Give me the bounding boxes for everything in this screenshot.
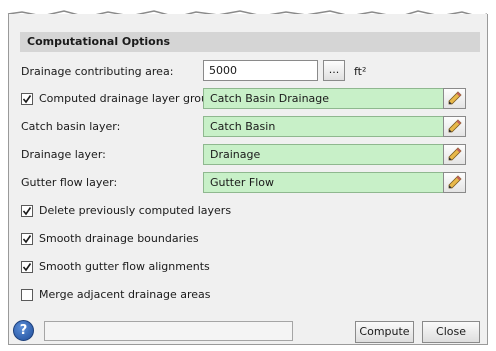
smooth-boundaries-checkbox[interactable] — [21, 233, 33, 245]
compute-button[interactable]: Compute — [355, 321, 414, 343]
smooth-boundaries-label: Smooth drainage boundaries — [39, 232, 199, 245]
checkmark-icon — [22, 235, 32, 244]
status-bar — [44, 321, 293, 341]
browse-button[interactable]: ... — [323, 60, 345, 81]
computed-group-field[interactable]: Catch Basin Drainage — [203, 88, 444, 109]
computational-options-dialog: Computational Options Drainage contribut… — [8, 14, 488, 345]
merge-areas-label: Merge adjacent drainage areas — [39, 288, 211, 301]
gutter-flow-layer-label: Gutter flow layer: — [21, 176, 118, 189]
gutter-flow-layer-field[interactable]: Gutter Flow — [203, 172, 444, 193]
smooth-gutter-checkbox[interactable] — [21, 261, 33, 273]
unit-label: ft² — [354, 65, 367, 78]
pencil-icon — [448, 91, 462, 105]
close-button[interactable]: Close — [422, 321, 480, 343]
help-button[interactable]: ? — [13, 320, 34, 341]
pencil-icon — [448, 147, 462, 161]
checkmark-icon — [22, 95, 32, 104]
computed-group-label: Computed drainage layer group: — [39, 92, 219, 105]
drainage-area-label: Drainage contributing area: — [21, 65, 174, 78]
merge-areas-checkbox[interactable] — [21, 289, 33, 301]
checkmark-icon — [22, 207, 32, 216]
help-icon: ? — [19, 323, 28, 338]
catch-basin-layer-field[interactable]: Catch Basin — [203, 116, 444, 137]
delete-layers-label: Delete previously computed layers — [39, 204, 232, 217]
pencil-icon — [448, 119, 462, 133]
edit-computed-group-button[interactable] — [443, 88, 466, 109]
edit-drainage-button[interactable] — [443, 144, 466, 165]
smooth-gutter-label: Smooth gutter flow alignments — [39, 260, 210, 273]
edit-gutter-flow-button[interactable] — [443, 172, 466, 193]
catch-basin-layer-label: Catch basin layer: — [21, 120, 121, 133]
edit-catch-basin-button[interactable] — [443, 116, 466, 137]
section-header: Computational Options — [20, 32, 480, 52]
pencil-icon — [448, 175, 462, 189]
computed-group-checkbox[interactable] — [21, 93, 33, 105]
drainage-layer-label: Drainage layer: — [21, 148, 106, 161]
delete-layers-checkbox[interactable] — [21, 205, 33, 217]
drainage-area-input[interactable]: 5000 — [203, 60, 318, 81]
checkmark-icon — [22, 263, 32, 272]
drainage-layer-field[interactable]: Drainage — [203, 144, 444, 165]
